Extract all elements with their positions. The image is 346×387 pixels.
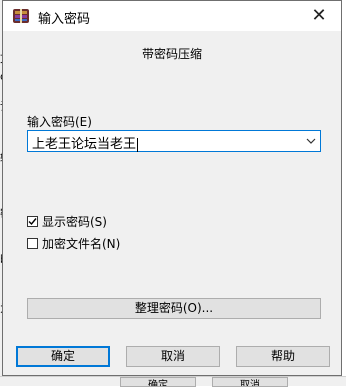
- password-dialog: 输入密码 ✕ 带密码压缩 输入密码(E) 上老王论坛当老王 显示密码(S) 加密…: [2, 0, 342, 376]
- background-cancel-button: 取消: [212, 377, 288, 387]
- background-ok-button: 确定: [120, 377, 196, 387]
- close-icon: ✕: [311, 5, 327, 26]
- organize-passwords-button[interactable]: 整理密码(O)...: [27, 298, 321, 319]
- close-button[interactable]: ✕: [297, 1, 341, 31]
- cancel-button[interactable]: 取消: [126, 346, 220, 367]
- password-label: 输入密码(E): [27, 115, 92, 129]
- compress-header: 带密码压缩: [141, 47, 202, 61]
- chevron-down-icon[interactable]: [306, 135, 316, 145]
- dialog-title: 输入密码: [38, 12, 91, 27]
- help-button[interactable]: 帮助: [236, 346, 330, 367]
- encrypt-names-checkbox[interactable]: [27, 238, 38, 249]
- encrypt-names-row[interactable]: 加密文件名(N): [27, 235, 120, 252]
- password-value: 上老王论坛当老王: [32, 137, 137, 152]
- show-password-checkbox[interactable]: [27, 216, 38, 227]
- encrypt-names-label[interactable]: 加密文件名(N): [42, 235, 120, 252]
- password-combobox[interactable]: 上老王论坛当老王: [27, 130, 321, 152]
- show-password-row[interactable]: 显示密码(S): [27, 213, 107, 230]
- ok-button[interactable]: 确定: [16, 346, 110, 367]
- show-password-label[interactable]: 显示密码(S): [42, 213, 107, 230]
- text-caret: [137, 137, 139, 152]
- title-bar: 输入密码 ✕: [3, 1, 341, 31]
- winrar-icon: [13, 9, 29, 23]
- checkmark-icon: [28, 218, 37, 226]
